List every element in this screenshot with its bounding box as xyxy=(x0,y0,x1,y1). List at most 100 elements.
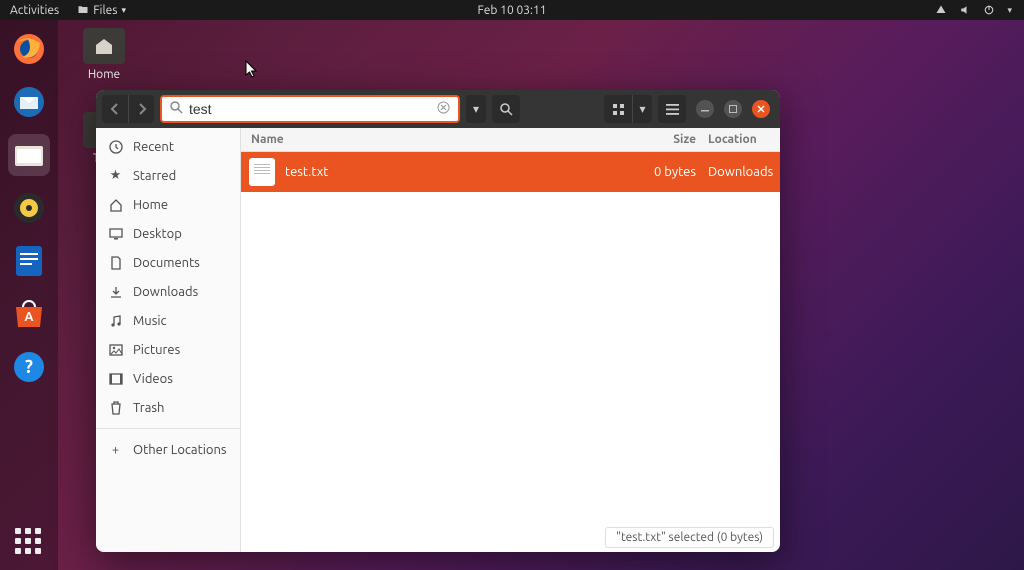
view-grid-button[interactable] xyxy=(604,95,632,123)
sidebar-item-home[interactable]: Home xyxy=(96,190,240,219)
star-icon: ★ xyxy=(108,168,123,183)
dock: A ? xyxy=(0,20,58,570)
app-menu-label: Files xyxy=(93,4,117,17)
firefox-icon xyxy=(12,32,46,66)
activities-button[interactable]: Activities xyxy=(10,4,59,17)
clock-icon xyxy=(108,139,123,154)
sidebar-item-downloads[interactable]: Downloads xyxy=(96,277,240,306)
file-list-area: Name Size Location test.txt0 bytesDownlo… xyxy=(241,128,780,552)
places-sidebar: Recent ★ Starred Home Desktop Documents D… xyxy=(96,128,241,552)
thunderbird-icon xyxy=(12,85,46,119)
chevron-down-icon[interactable]: ▾ xyxy=(1007,5,1012,16)
sidebar-item-label: Music xyxy=(133,314,167,328)
home-icon xyxy=(94,37,114,55)
sidebar-item-label: Recent xyxy=(133,140,174,154)
view-options-dropdown[interactable]: ▾ xyxy=(632,95,652,123)
app-menu-files[interactable]: Files ▾ xyxy=(77,4,126,17)
file-location: Downloads xyxy=(704,165,780,179)
column-header-size[interactable]: Size xyxy=(642,133,704,146)
dock-rhythmbox[interactable] xyxy=(8,187,50,229)
column-headers: Name Size Location xyxy=(241,128,780,152)
sidebar-item-label: Home xyxy=(133,198,168,212)
window-titlebar[interactable]: ▾ ▾ xyxy=(96,90,780,128)
back-button[interactable] xyxy=(102,95,128,123)
volume-icon[interactable] xyxy=(959,4,971,16)
music-icon xyxy=(108,313,123,328)
minimize-button[interactable] xyxy=(696,100,714,118)
shopping-bag-icon: A xyxy=(12,299,46,329)
desktop-icon-label: Home xyxy=(80,68,128,81)
maximize-button[interactable] xyxy=(724,100,742,118)
clear-icon xyxy=(437,101,450,114)
maximize-icon xyxy=(729,105,737,113)
sidebar-item-trash[interactable]: Trash xyxy=(96,393,240,422)
sidebar-item-documents[interactable]: Documents xyxy=(96,248,240,277)
hamburger-icon xyxy=(666,104,679,115)
sidebar-item-videos[interactable]: Videos xyxy=(96,364,240,393)
sidebar-item-recent[interactable]: Recent xyxy=(96,132,240,161)
column-header-name[interactable]: Name xyxy=(241,133,642,146)
sidebar-item-other-locations[interactable]: + Other Locations xyxy=(96,435,240,464)
document-icon xyxy=(108,255,123,270)
dock-help[interactable]: ? xyxy=(8,346,50,388)
file-row[interactable]: test.txt0 bytesDownloads xyxy=(241,152,780,192)
sidebar-item-label: Trash xyxy=(133,401,164,415)
power-icon[interactable] xyxy=(983,4,995,16)
dock-software[interactable]: A xyxy=(8,293,50,335)
network-icon[interactable] xyxy=(935,4,947,16)
sidebar-item-label: Downloads xyxy=(133,285,198,299)
sidebar-item-starred[interactable]: ★ Starred xyxy=(96,161,240,190)
writer-icon xyxy=(14,244,44,278)
sidebar-item-label: Documents xyxy=(133,256,200,270)
dock-firefox[interactable] xyxy=(8,28,50,70)
status-bar: "test.txt" selected (0 bytes) xyxy=(605,527,774,548)
forward-button[interactable] xyxy=(128,95,154,123)
files-window: ▾ ▾ Recent ★ Starred Home Desktop Documen… xyxy=(96,90,780,552)
svg-text:?: ? xyxy=(25,357,33,377)
search-icon xyxy=(500,103,513,116)
desktop-icon xyxy=(108,226,123,241)
clock[interactable]: Feb 10 03:11 xyxy=(477,4,546,17)
minimize-icon xyxy=(701,105,709,113)
file-size: 0 bytes xyxy=(642,165,704,179)
svg-text:A: A xyxy=(24,310,34,324)
sidebar-item-pictures[interactable]: Pictures xyxy=(96,335,240,364)
sidebar-separator xyxy=(96,428,240,429)
sidebar-item-label: Other Locations xyxy=(133,443,227,457)
picture-icon xyxy=(108,342,123,357)
clear-search-button[interactable] xyxy=(437,101,450,117)
home-icon xyxy=(108,197,123,212)
chevron-down-icon: ▾ xyxy=(639,102,645,116)
sidebar-item-music[interactable]: Music xyxy=(96,306,240,335)
sidebar-item-label: Videos xyxy=(133,372,173,386)
close-button[interactable] xyxy=(752,100,770,118)
speaker-icon xyxy=(12,191,46,225)
column-header-location[interactable]: Location xyxy=(704,133,780,146)
download-icon xyxy=(108,284,123,299)
dock-files[interactable] xyxy=(8,134,50,176)
plus-icon: + xyxy=(108,442,123,457)
sidebar-item-desktop[interactable]: Desktop xyxy=(96,219,240,248)
search-field-container xyxy=(160,95,460,123)
help-icon: ? xyxy=(12,350,46,384)
chevron-right-icon xyxy=(137,103,147,115)
chevron-down-icon: ▾ xyxy=(473,102,479,116)
close-icon xyxy=(757,105,765,113)
desktop-icon-home[interactable]: Home xyxy=(80,28,128,81)
files-icon xyxy=(14,142,44,168)
search-input[interactable] xyxy=(189,101,431,117)
show-applications-button[interactable] xyxy=(15,528,43,556)
top-menu-bar: Activities Files ▾ Feb 10 03:11 ▾ xyxy=(0,0,1024,20)
dock-libreoffice-writer[interactable] xyxy=(8,240,50,282)
search-options-dropdown[interactable]: ▾ xyxy=(466,95,486,123)
chevron-left-icon xyxy=(110,103,120,115)
sidebar-item-label: Pictures xyxy=(133,343,180,357)
text-file-icon xyxy=(249,158,275,186)
dock-thunderbird[interactable] xyxy=(8,81,50,123)
mouse-cursor xyxy=(245,60,259,80)
chevron-down-icon: ▾ xyxy=(121,5,126,16)
hamburger-menu-button[interactable] xyxy=(658,95,686,123)
search-toggle-button[interactable] xyxy=(492,95,520,123)
grid-icon xyxy=(612,103,625,116)
sidebar-item-label: Starred xyxy=(133,169,176,183)
